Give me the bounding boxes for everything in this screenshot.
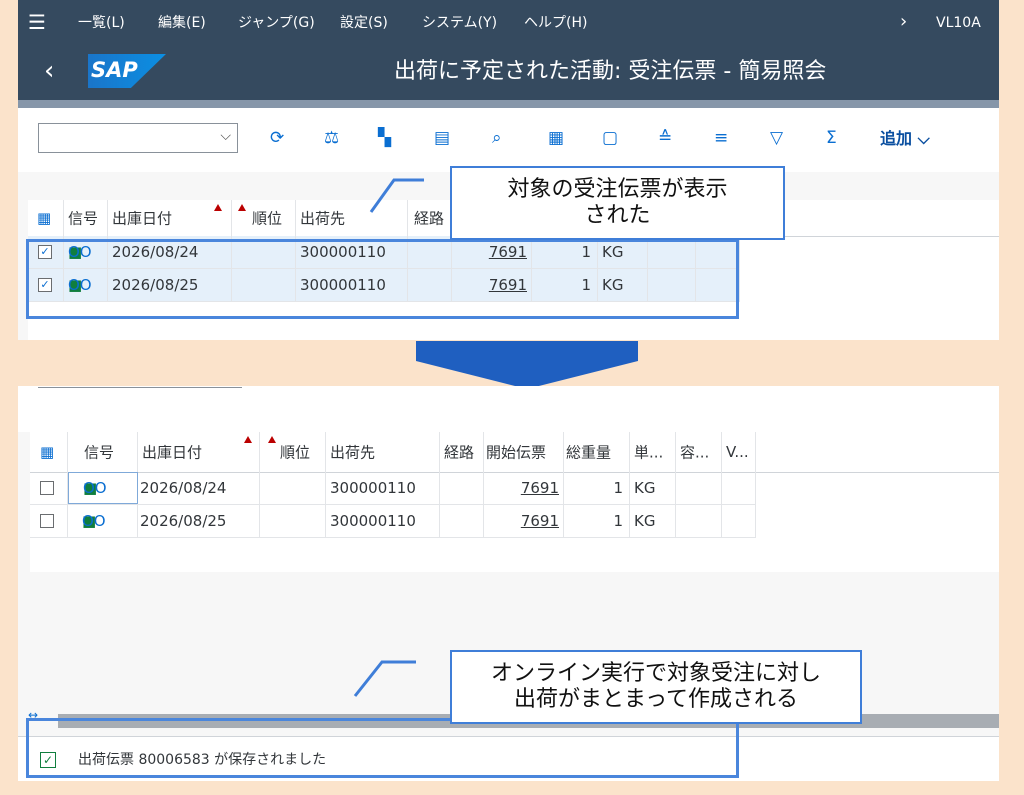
sort-marker (268, 436, 276, 443)
column-header-date[interactable]: 出庫日付 (138, 432, 260, 472)
layout-dropdown-edge (38, 386, 242, 388)
callout-top: 対象の受注伝票が表示 された (450, 166, 785, 240)
deselect-all-icon[interactable]: ▢ (602, 128, 618, 148)
callout-bottom-line1: オンライン実行で対象受注に対し (490, 661, 821, 686)
cell-date: 2026/08/25 (140, 512, 227, 530)
cell-document-link[interactable]: 7691 (521, 479, 559, 497)
delivery-grid-result: ▦ 信号 出庫日付 順位 出荷先 経路 開始伝票 総重量 単... 容... V… (30, 432, 999, 572)
callout-bottom: オンライン実行で対象受注に対し 出荷がまとまって作成される (450, 650, 862, 724)
menu-settings[interactable]: 設定(S) (340, 14, 388, 32)
column-select-icon[interactable]: ▦ (28, 200, 64, 236)
column-header-start-doc[interactable]: 開始伝票 (484, 432, 564, 472)
column-header-volume[interactable]: 容... (676, 432, 722, 472)
table-row[interactable]: OO ■ 2026/08/25 300000110 7691 1 KG (30, 505, 756, 538)
cell-unit: KG (634, 479, 656, 497)
sap-logo-text: SAP (91, 58, 138, 82)
column-header-route[interactable]: 経路 (440, 432, 484, 472)
column-header-signal[interactable]: 信号 (68, 432, 138, 472)
cell-shipto: 300000110 (330, 479, 416, 497)
cell-date: 2026/08/24 (140, 479, 227, 497)
column-header-gross-weight[interactable]: 総重量 (564, 432, 630, 472)
callout-top-line2: された (584, 203, 651, 228)
highlight-frame-rows (26, 239, 739, 319)
menu-system[interactable]: システム(Y) (422, 14, 497, 32)
sort-descending-icon[interactable]: ≡ (714, 128, 728, 148)
sort-marker (238, 204, 246, 211)
callout-bottom-line2: 出荷がまとまって作成される (513, 687, 799, 712)
document-icon[interactable]: ▤ (434, 128, 450, 148)
sort-marker (214, 204, 222, 211)
column-select-icon[interactable]: ▦ (30, 432, 68, 472)
menu-list[interactable]: 一覧(L) (78, 14, 125, 32)
column-header-v[interactable]: V... (722, 432, 756, 472)
toolbar: ⌵ ⟳ ⚖ ▚ ▤ ⌕ ▦ ▢ ≙ ≡ ▽ Σ 追加 ⌵ (18, 108, 999, 172)
cell-shipto: 300000110 (330, 512, 416, 530)
menu-help[interactable]: ヘルプ(H) (524, 14, 587, 32)
chevron-down-icon[interactable]: ⌵ (220, 128, 231, 144)
down-arrow-icon (416, 341, 638, 389)
menu-jump[interactable]: ジャンプ(G) (238, 14, 315, 32)
cell-weight: 1 (613, 512, 623, 530)
column-header-signal[interactable]: 信号 (64, 200, 108, 236)
signal-status-icon: OO ■ (82, 512, 106, 530)
zoom-icon[interactable]: ⌕ (492, 128, 502, 148)
toolbar-partial (18, 386, 999, 432)
signal-status-icon: OO ■ (83, 479, 107, 497)
balance-icon[interactable]: ⚖ (324, 128, 339, 148)
page-title: 出荷に予定された活動: 受注伝票 - 簡易照会 (394, 59, 827, 84)
hamburger-menu-icon[interactable]: ☰ (28, 10, 46, 34)
layout-dropdown[interactable]: ⌵ (38, 123, 238, 153)
transaction-code: VL10A (936, 15, 981, 31)
sort-marker (244, 436, 252, 443)
menu-edit[interactable]: 編集(E) (158, 14, 206, 32)
hierarchy-icon[interactable]: ▚ (378, 128, 391, 148)
callout-top-line1: 対象の受注伝票が表示 (507, 177, 728, 202)
filter-icon[interactable]: ▽ (770, 128, 783, 148)
highlight-frame-status (26, 718, 739, 778)
sum-icon[interactable]: Σ (826, 128, 837, 148)
cell-document-link[interactable]: 7691 (521, 512, 559, 530)
callout-pointer (369, 178, 424, 213)
cell-weight: 1 (613, 479, 623, 497)
row-checkbox[interactable] (40, 481, 54, 495)
add-menu-button[interactable]: 追加 ⌵ (880, 129, 930, 149)
cell-unit: KG (634, 512, 656, 530)
grid-header: ▦ 信号 出庫日付 順位 出荷先 経路 開始伝票 総重量 単... 容... V… (30, 432, 999, 473)
menu-bar: ☰ 一覧(L) 編集(E) ジャンプ(G) 設定(S) システム(Y) ヘルプ(… (18, 0, 999, 44)
back-arrow-icon[interactable]: ‹ (44, 56, 54, 86)
table-row[interactable]: OO ■ 2026/08/24 300000110 7691 1 KG (30, 472, 756, 505)
column-header-unit[interactable]: 単... (630, 432, 676, 472)
sort-ascending-icon[interactable]: ≙ (658, 128, 672, 148)
column-header-shipto[interactable]: 出荷先 (326, 432, 440, 472)
row-checkbox[interactable] (40, 514, 54, 528)
callout-pointer (353, 660, 416, 697)
select-all-icon[interactable]: ▦ (548, 128, 564, 148)
refresh-icon[interactable]: ⟳ (270, 128, 284, 148)
title-bar: ‹ SAP 出荷に予定された活動: 受注伝票 - 簡易照会 (18, 44, 999, 100)
header-divider (18, 100, 999, 108)
chevron-right-icon[interactable]: › (900, 11, 907, 33)
